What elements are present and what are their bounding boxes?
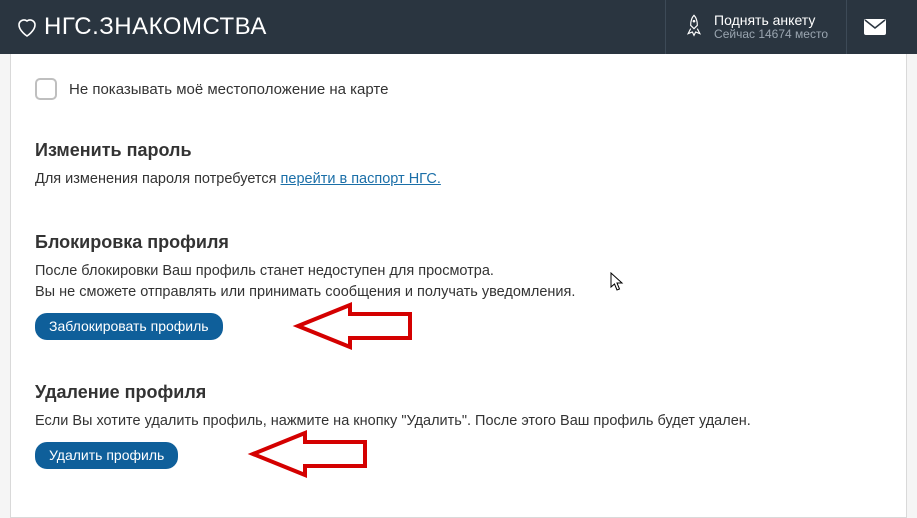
block-profile-section: Блокировка профиля После блокировки Ваш … [35, 232, 882, 340]
annotation-arrow-icon [240, 302, 415, 350]
block-profile-desc1: После блокировки Ваш профиль станет недо… [35, 261, 882, 282]
envelope-icon [863, 18, 887, 36]
hide-location-row: Не показывать моё местоположение на карт… [35, 78, 882, 100]
passport-link[interactable]: перейти в паспорт НГС. [281, 171, 441, 187]
delete-profile-desc: Если Вы хотите удалить профиль, нажмите … [35, 411, 882, 432]
settings-content: Не показывать моё местоположение на карт… [10, 54, 907, 518]
delete-profile-section: Удаление профиля Если Вы хотите удалить … [35, 382, 882, 469]
heart-icon [14, 15, 40, 39]
block-profile-desc2: Вы не сможете отправлять или принимать с… [35, 282, 882, 303]
change-password-title: Изменить пароль [35, 140, 882, 161]
logo-text: НГС.ЗНАКОМСТВА [44, 13, 267, 41]
rocket-icon [684, 13, 704, 41]
boost-title: Поднять анкету [714, 12, 828, 28]
change-password-desc-text: Для изменения пароля потребуется [35, 171, 281, 187]
change-password-section: Изменить пароль Для изменения пароля пот… [35, 140, 882, 190]
block-profile-button[interactable]: Заблокировать профиль [35, 313, 223, 340]
messages-button[interactable] [847, 0, 903, 54]
hide-location-checkbox[interactable] [35, 78, 57, 100]
delete-profile-title: Удаление профиля [35, 382, 882, 403]
boost-subtitle: Сейчас 14674 место [714, 28, 828, 42]
hide-location-label: Не показывать моё местоположение на карт… [69, 81, 388, 98]
block-profile-title: Блокировка профиля [35, 232, 882, 253]
change-password-desc: Для изменения пароля потребуется перейти… [35, 169, 882, 190]
annotation-arrow-icon [195, 430, 370, 478]
delete-profile-button[interactable]: Удалить профиль [35, 442, 178, 469]
site-header: НГС.ЗНАКОМСТВА Поднять анкету Сейчас 146… [0, 0, 917, 54]
site-logo[interactable]: НГС.ЗНАКОМСТВА [14, 13, 665, 41]
boost-text: Поднять анкету Сейчас 14674 место [714, 12, 828, 42]
boost-profile-button[interactable]: Поднять анкету Сейчас 14674 место [665, 0, 847, 54]
